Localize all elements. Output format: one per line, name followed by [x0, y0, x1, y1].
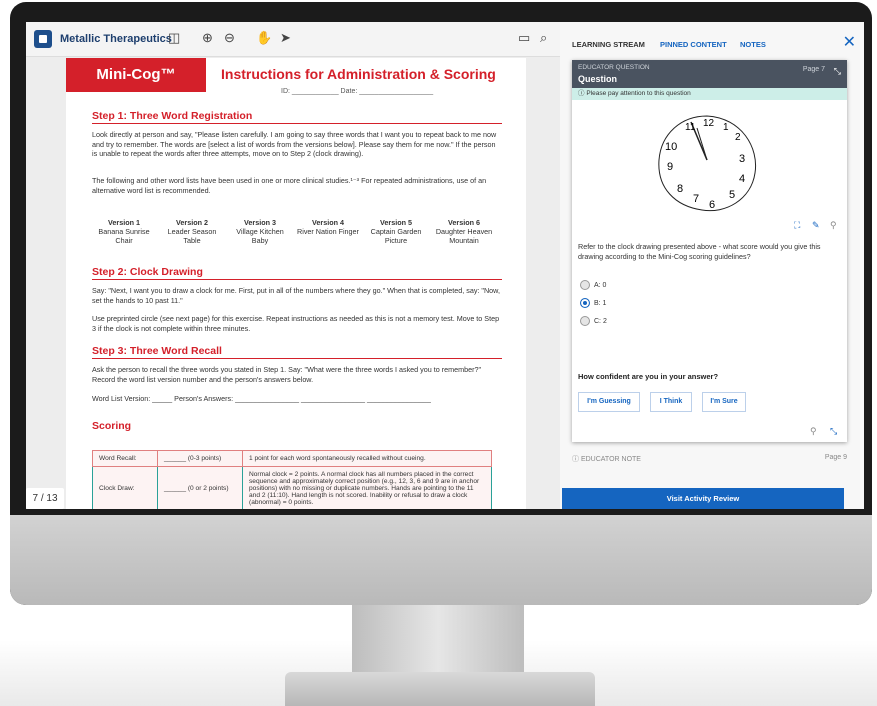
pointer-tool-icon[interactable]: ➤	[280, 30, 291, 46]
scoring-table: Word Recall: ______ (0-3 points) 1 point…	[92, 450, 492, 509]
version-column: Version 1 Banana Sunrise Chair	[98, 218, 150, 245]
card-page: Page 7	[802, 66, 825, 73]
monitor-chin	[10, 515, 872, 605]
annotate-icon[interactable]: ✎	[812, 220, 820, 231]
monitor-stand	[352, 600, 524, 680]
viewer-toolbar: Metallic Therapeutics ◫ ⊕ ⊖ ✋ ➤ ▭ ⌕	[26, 22, 566, 57]
step2-text: Say: "Next, I want you to draw a clock f…	[92, 286, 500, 305]
version-column: Version 6 Daughter Heaven Mountain	[435, 218, 493, 245]
score-description: 1 point for each word spontaneously reca…	[242, 450, 492, 467]
clock-number: 8	[677, 183, 683, 195]
im-sure-button[interactable]: I'm Sure	[702, 392, 746, 412]
step2-note: Use preprinted circle (see next page) fo…	[92, 314, 500, 333]
clock-number: 12	[703, 118, 715, 129]
educator-note[interactable]: ⓘ EDUCATOR NOTE Page 9	[572, 454, 847, 464]
question-card: EDUCATOR QUESTION Question Page 7 ⤡ ⓘ Pl…	[572, 60, 847, 442]
step1-text: Look directly at person and say, "Please…	[92, 130, 497, 159]
sidebar-toggle-icon[interactable]: ◫	[168, 30, 180, 46]
doc-title: Instructions for Administration & Scorin…	[221, 66, 496, 82]
pin-icon[interactable]: ⚲	[810, 426, 817, 437]
score-label: Clock Draw:	[92, 466, 158, 509]
clock-number: 10	[665, 141, 677, 153]
clock-drawing: 11 12 1 2 10 3 9 4 8 5 7 6	[658, 115, 757, 212]
pin-icon[interactable]: ⚲	[830, 220, 837, 231]
radio-selected-icon	[580, 298, 590, 308]
clock-number: 3	[739, 153, 745, 165]
clock-number: 2	[735, 132, 741, 143]
question-text: Refer to the clock drawing presented abo…	[578, 242, 821, 262]
radio-icon	[580, 316, 590, 326]
visit-activity-review-button[interactable]: Visit Activity Review	[562, 488, 844, 509]
guessing-button[interactable]: I'm Guessing	[578, 392, 640, 412]
clock-number: 1	[723, 122, 729, 133]
step1-heading: Step 1: Three Word Registration	[92, 110, 502, 124]
version-column: Version 3 Village Kitchen Baby	[236, 218, 284, 245]
clock-number: 4	[739, 173, 745, 185]
step3-heading: Step 3: Three Word Recall	[92, 345, 502, 359]
clock-number: 6	[709, 199, 715, 211]
step1-note: The following and other word lists have …	[92, 176, 487, 195]
learning-panel: LEARNING STREAM PINNED CONTENT NOTES ✕ E…	[560, 22, 864, 509]
collapse-icon[interactable]: ⤡	[830, 426, 837, 437]
tab-pinned-content[interactable]: PINNED CONTENT	[660, 40, 727, 49]
card-title: Question	[578, 74, 618, 84]
hand-tool-icon[interactable]: ✋	[256, 30, 272, 46]
scoring-heading: Scoring	[92, 420, 132, 432]
version-column: Version 5 Captain Garden Picture	[370, 218, 422, 245]
brand-name: Metallic Therapeutics	[60, 33, 172, 45]
card-header: EDUCATOR QUESTION Question Page 7 ⤡	[572, 60, 847, 88]
word-list-line: Word List Version: _____ Person's Answer…	[92, 394, 431, 403]
collapse-icon[interactable]: ⤡	[834, 66, 841, 77]
clock-number: 11	[685, 122, 696, 133]
card-label: EDUCATOR QUESTION	[578, 64, 650, 71]
id-date-line: ID: ____________ Date: _________________…	[281, 88, 434, 95]
zoom-in-icon[interactable]: ⊕	[202, 30, 213, 46]
step3-text: Ask the person to recall the three words…	[92, 365, 482, 384]
clock-number: 7	[693, 193, 699, 205]
close-icon[interactable]: ✕	[843, 32, 856, 52]
answer-option-b[interactable]: B: 1	[580, 298, 606, 308]
panel-tabs: LEARNING STREAM PINNED CONTENT NOTES	[560, 22, 864, 52]
radio-icon	[580, 280, 590, 290]
confidence-prompt: How confident are you in your answer?	[578, 372, 719, 381]
page-indicator[interactable]: 7 / 13	[26, 488, 64, 509]
clock-number: 9	[667, 161, 673, 173]
monitor-base	[285, 672, 595, 706]
expand-icon[interactable]: ⛶	[794, 220, 800, 231]
score-points: ______ (0 or 2 points)	[157, 466, 243, 509]
tab-learning-stream[interactable]: LEARNING STREAM	[572, 40, 645, 49]
answer-option-c[interactable]: C: 2	[580, 316, 607, 326]
clock-hand	[696, 127, 708, 161]
tab-notes[interactable]: NOTES	[740, 40, 766, 49]
document-page: Mini-Cog™ Instructions for Administratio…	[66, 58, 526, 509]
search-icon[interactable]: ⌕	[540, 30, 547, 46]
app-logo-icon	[34, 30, 52, 48]
doc-brand-box: Mini-Cog™	[66, 58, 206, 92]
attention-notice: ⓘ Please pay attention to this question	[572, 88, 847, 100]
table-row: Clock Draw: ______ (0 or 2 points) Norma…	[92, 466, 492, 509]
version-column: Version 4 River Nation Finger	[297, 218, 359, 236]
clock-number: 5	[729, 189, 735, 201]
score-label: Word Recall:	[92, 450, 158, 467]
score-points: ______ (0-3 points)	[157, 450, 243, 467]
score-description: Normal clock = 2 points. A normal clock …	[242, 466, 492, 509]
screen: Metallic Therapeutics ◫ ⊕ ⊖ ✋ ➤ ▭ ⌕ Mini…	[26, 22, 864, 509]
comment-icon[interactable]: ▭	[518, 30, 530, 46]
answer-option-a[interactable]: A: 0	[580, 280, 606, 290]
i-think-button[interactable]: I Think	[650, 392, 692, 412]
zoom-out-icon[interactable]: ⊖	[224, 30, 235, 46]
table-row: Word Recall: ______ (0-3 points) 1 point…	[92, 450, 492, 467]
version-column: Version 2 Leader Season Table	[167, 218, 217, 245]
step2-heading: Step 2: Clock Drawing	[92, 266, 502, 280]
